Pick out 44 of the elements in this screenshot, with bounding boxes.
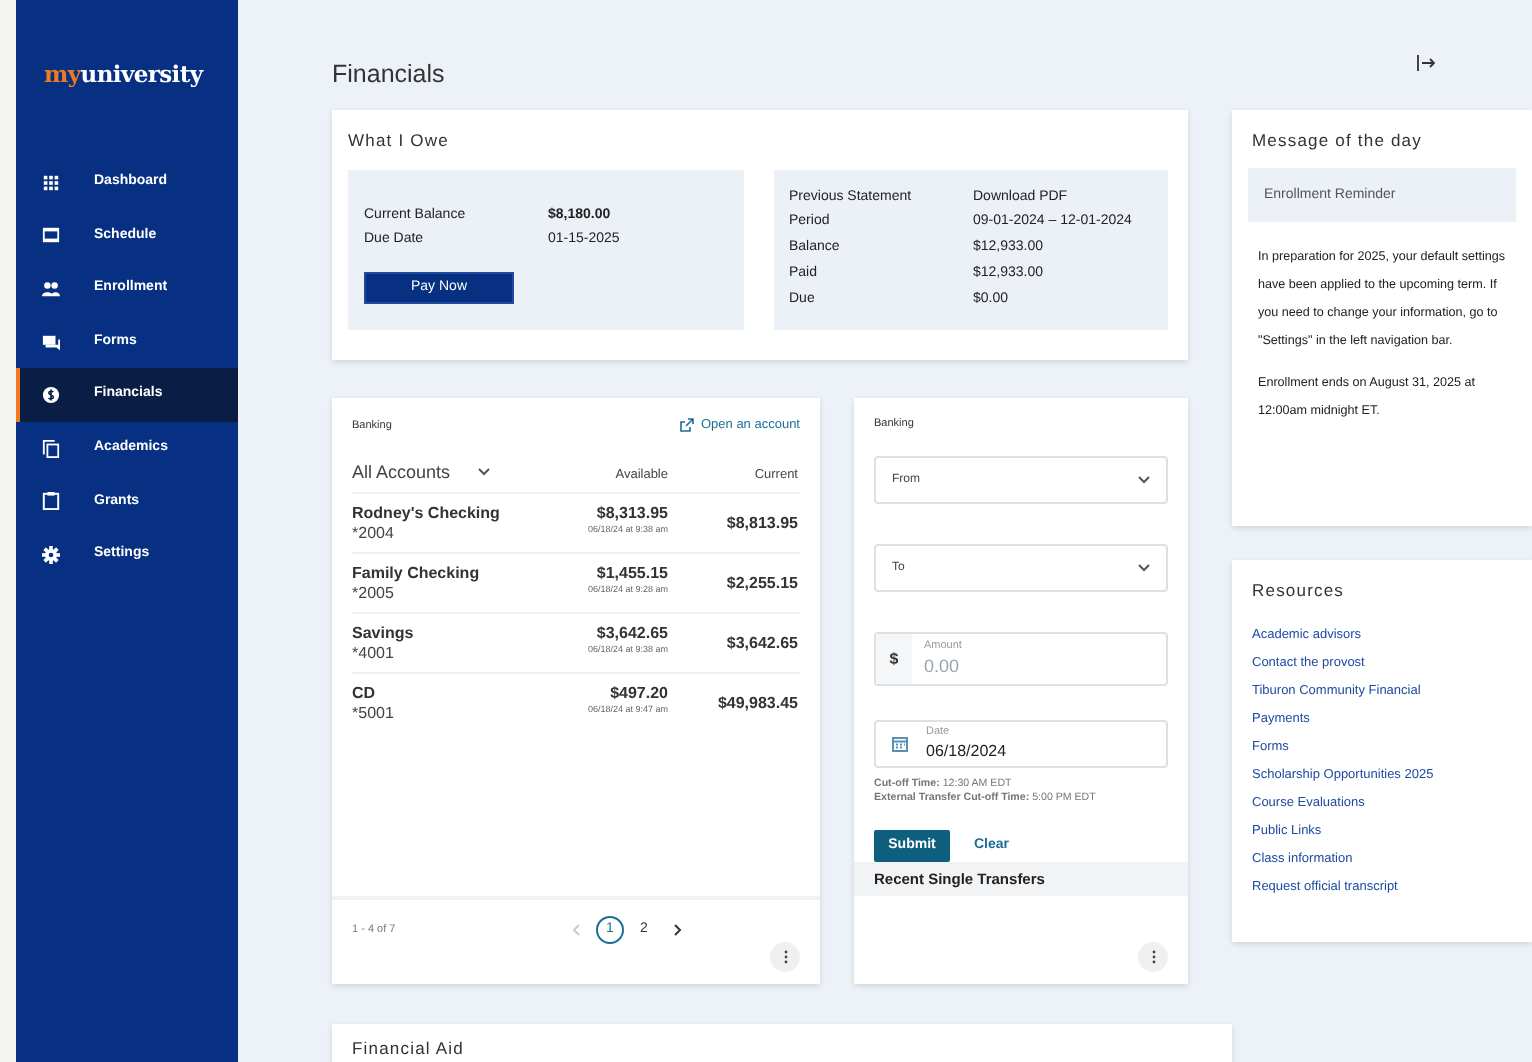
account-name: Rodney's Checking (352, 504, 502, 524)
more-button[interactable] (770, 941, 800, 972)
available-amount: $1,455.15 (594, 564, 668, 584)
amount-input[interactable]: 0.00 (924, 653, 1104, 681)
chat-icon (42, 333, 60, 352)
external-link-icon (680, 418, 695, 433)
copy-icon (42, 439, 60, 458)
account-filter[interactable]: All Accounts (352, 459, 538, 486)
account-number: *5001 (352, 704, 396, 724)
chevron-down-icon (1138, 476, 1150, 484)
chevron-down-icon (1138, 564, 1150, 572)
current-amount: $49,983.45 (717, 694, 798, 714)
dollar-icon (42, 386, 60, 405)
available-amount: $8,313.95 (594, 504, 668, 524)
account-number: *4001 (352, 644, 396, 664)
caret-icon (478, 468, 491, 477)
clipboard-icon (42, 492, 60, 511)
account-name: CD (352, 684, 378, 704)
chevron-left-icon (572, 923, 580, 936)
current-amount: $8,813.95 (726, 514, 798, 534)
calendar-icon (892, 736, 908, 752)
calendar-icon (42, 226, 60, 245)
settings-icon (42, 545, 60, 564)
account-name: Family Checking (352, 564, 482, 584)
account-number: *2004 (352, 524, 396, 544)
grid-icon (42, 173, 60, 192)
account-number: *2005 (352, 584, 396, 604)
card-title: What I Owe (348, 127, 451, 153)
card-title: Resources (1252, 577, 1347, 603)
more-button[interactable] (1138, 941, 1168, 972)
date-input[interactable]: 06/18/2024 (926, 740, 1106, 765)
available-amount: $3,642.65 (594, 624, 668, 644)
current-amount: $2,255.15 (726, 574, 798, 594)
page-title: Financials (332, 58, 445, 92)
chevron-right-icon (674, 923, 682, 936)
currency-symbol: $ (876, 634, 912, 684)
card-title: Message of the day (1252, 127, 1424, 153)
logo: myuniversity (42, 58, 206, 92)
logout-icon[interactable] (1416, 54, 1436, 72)
card-title: Financial Aid (352, 1035, 466, 1061)
account-name: Savings (352, 624, 416, 644)
people-icon (42, 279, 60, 298)
available-amount: $497.20 (608, 684, 668, 704)
current-amount: $3,642.65 (726, 634, 798, 654)
